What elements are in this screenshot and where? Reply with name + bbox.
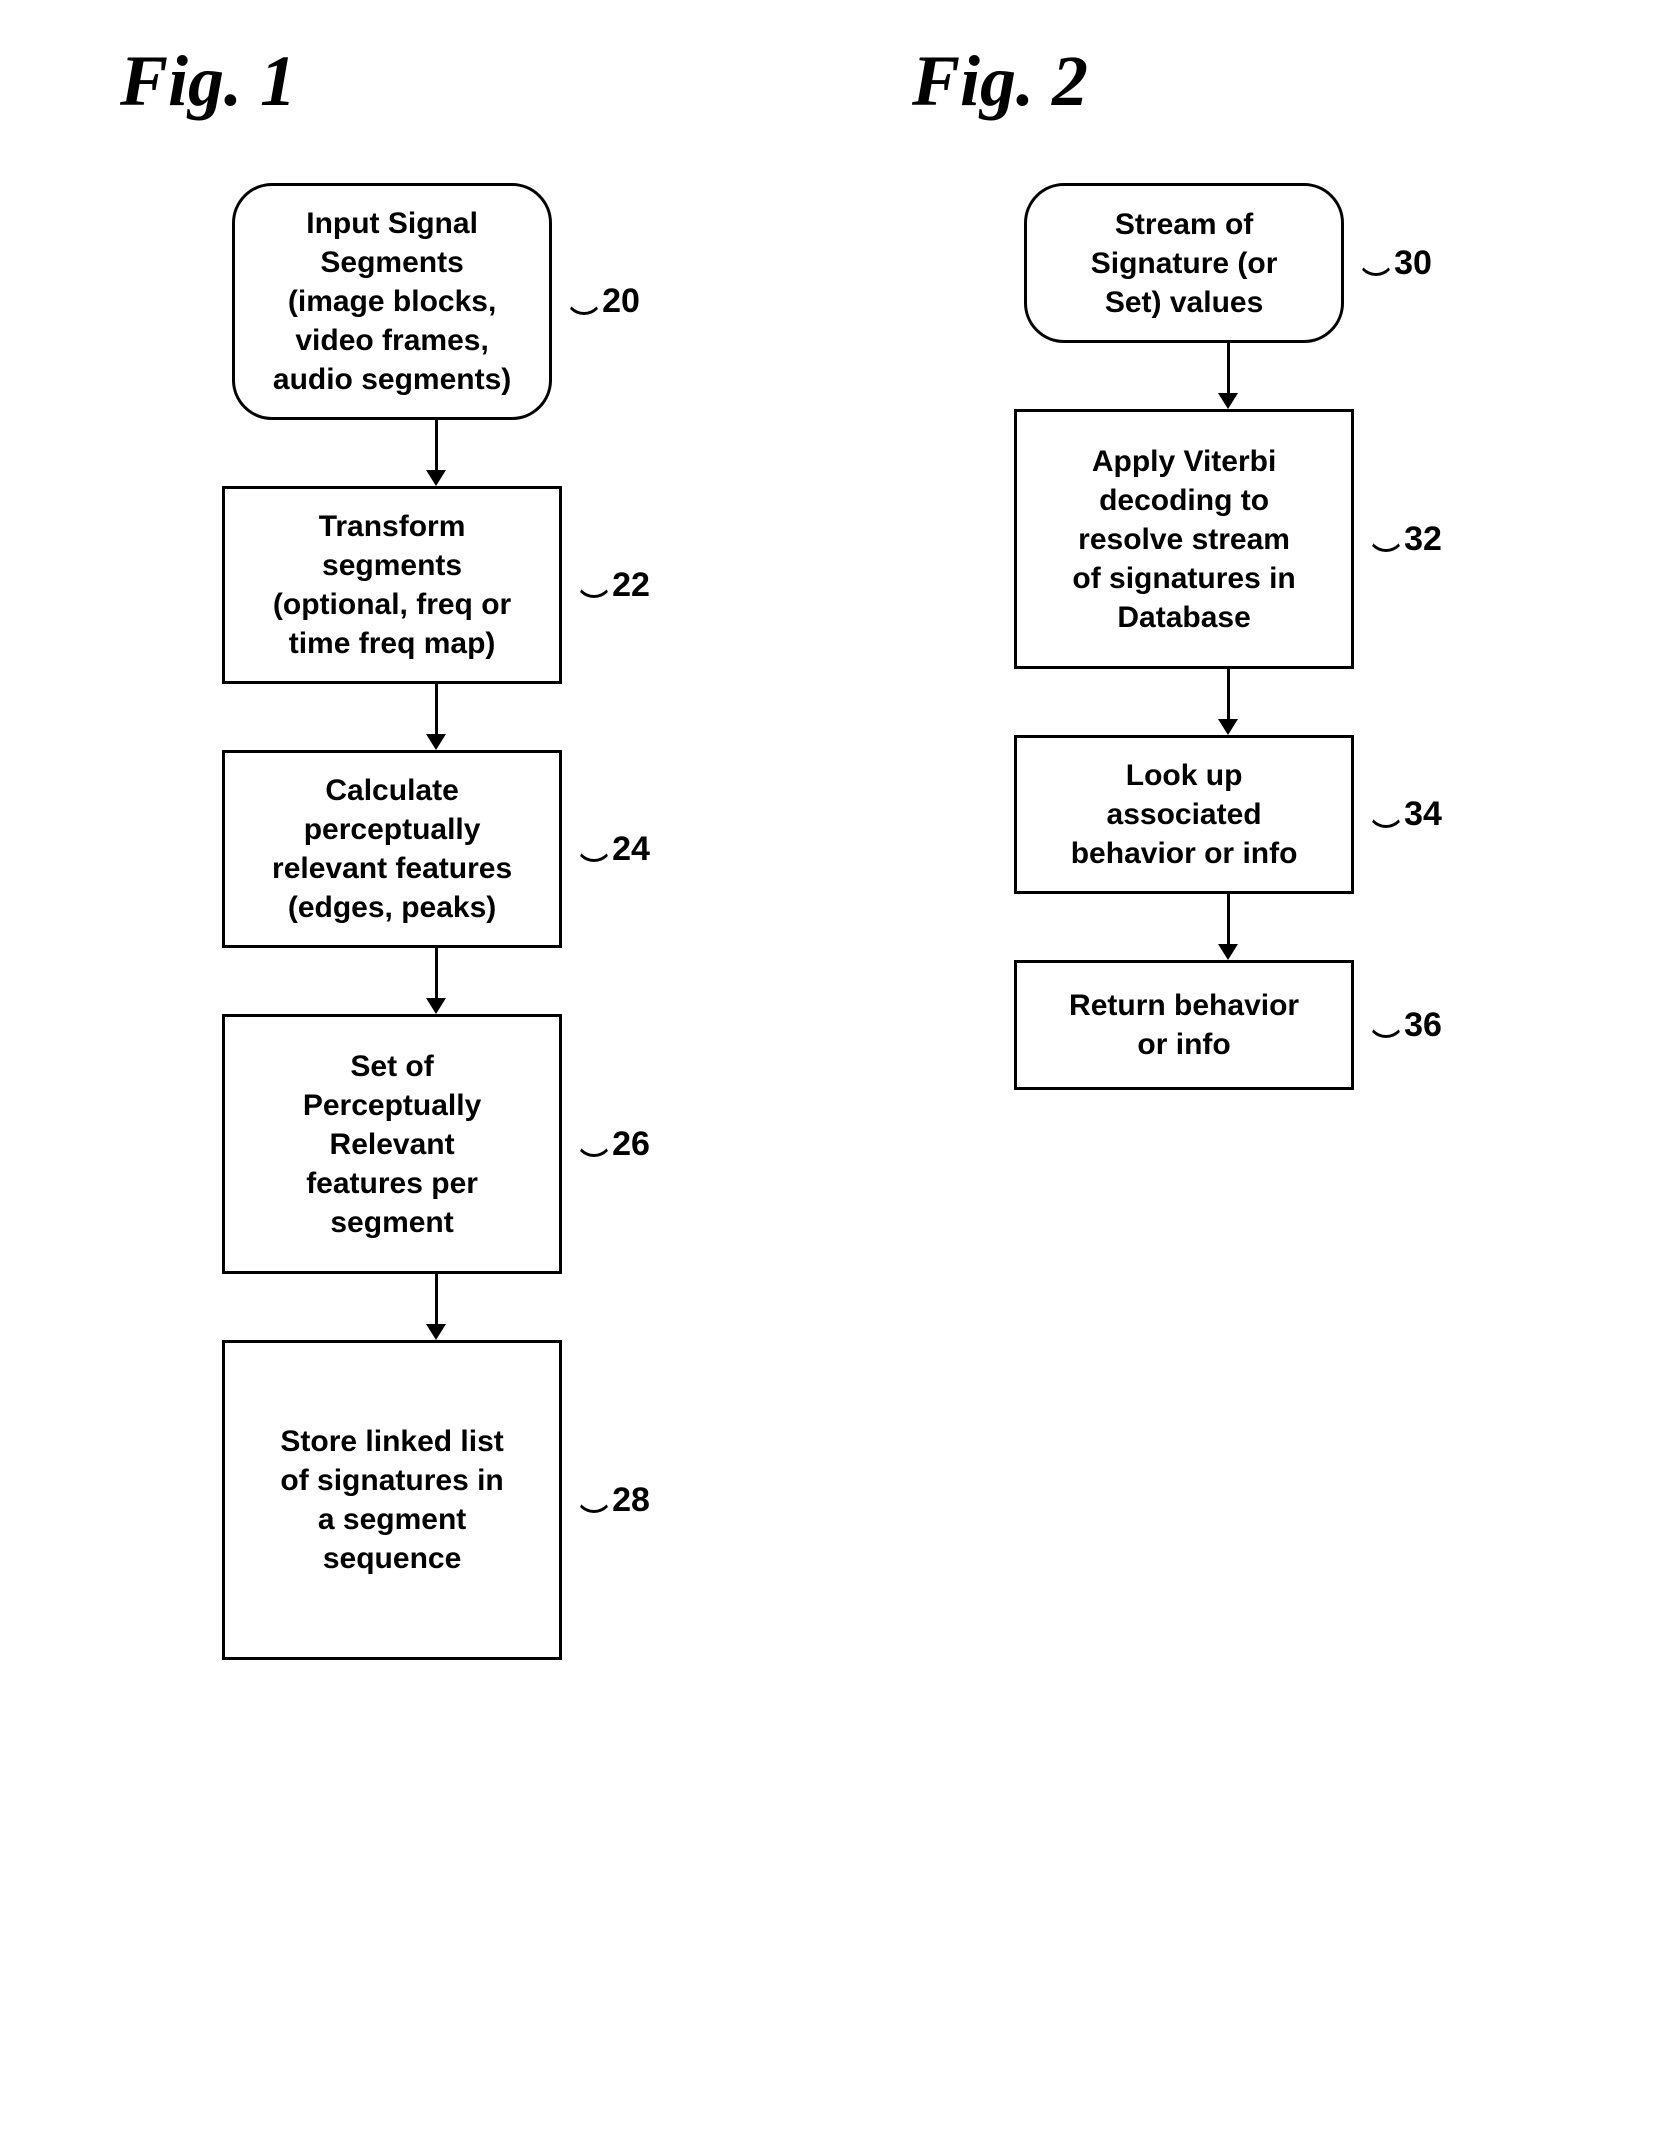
ref-34-text: 34 <box>1404 795 1442 834</box>
arrow-20-22 <box>60 420 812 486</box>
node-36-ref: 36 <box>1372 1005 1442 1045</box>
arrow-head <box>426 998 446 1014</box>
node-22-ref: 22 <box>580 565 650 605</box>
node-36: Return behavioror info <box>1014 960 1354 1090</box>
arrow-head <box>426 470 446 486</box>
node-28-ref: 28 <box>580 1480 650 1520</box>
node-28: Store linked listof signatures ina segme… <box>222 1340 562 1660</box>
node-28-group: Store linked listof signatures ina segme… <box>60 1340 812 1660</box>
node-36-group: Return behavioror info 36 <box>852 960 1604 1090</box>
ref-26-text: 26 <box>612 1125 650 1164</box>
ref-22-text: 22 <box>612 566 650 605</box>
node-32-ref: 32 <box>1372 519 1442 559</box>
arrow-line <box>435 684 438 734</box>
arrow-line <box>1227 669 1230 719</box>
node-20-ref: 20 <box>570 282 640 322</box>
node-34-group: Look upassociatedbehavior or info 34 <box>852 735 1604 894</box>
fig1-flowchart: Input Signal Segments(image blocks,video… <box>60 183 812 1660</box>
node-20-group: Input Signal Segments(image blocks,video… <box>60 183 812 420</box>
fig1-title: Fig. 1 <box>120 40 296 123</box>
node-20: Input Signal Segments(image blocks,video… <box>232 183 552 420</box>
ref-20-text: 20 <box>602 282 640 321</box>
figure-1: Fig. 1 Input Signal Segments(image block… <box>60 40 812 1660</box>
node-30-text: Stream ofSignature (orSet) values <box>1091 205 1278 322</box>
node-32-group: Apply Viterbidecoding toresolve streamof… <box>852 409 1604 669</box>
node-34-ref: 34 <box>1372 795 1442 835</box>
arrow-line <box>435 948 438 998</box>
node-34: Look upassociatedbehavior or info <box>1014 735 1354 894</box>
node-32: Apply Viterbidecoding toresolve streamof… <box>1014 409 1354 669</box>
arrow-24-26 <box>60 948 812 1014</box>
arrow-30-32 <box>852 343 1604 409</box>
figures-container: Fig. 1 Input Signal Segments(image block… <box>60 40 1604 1660</box>
figure-2: Fig. 2 Stream ofSignature (orSet) values… <box>852 40 1604 1090</box>
ref-24-text: 24 <box>612 830 650 869</box>
ref-32-text: 32 <box>1404 520 1442 559</box>
node-22-group: Transformsegments(optional, freq ortime … <box>60 486 812 684</box>
node-30: Stream ofSignature (orSet) values <box>1024 183 1344 343</box>
node-26: Set ofPerceptuallyRelevantfeatures perse… <box>222 1014 562 1274</box>
ref-36-text: 36 <box>1404 1006 1442 1045</box>
node-26-text: Set ofPerceptuallyRelevantfeatures perse… <box>303 1047 481 1242</box>
node-30-group: Stream ofSignature (orSet) values 30 <box>852 183 1604 343</box>
node-26-ref: 26 <box>580 1124 650 1164</box>
arrow-head <box>1218 944 1238 960</box>
arrow-32-34 <box>852 669 1604 735</box>
arrow-line <box>435 420 438 470</box>
arrow-line <box>435 1274 438 1324</box>
node-26-group: Set ofPerceptuallyRelevantfeatures perse… <box>60 1014 812 1274</box>
arrow-line <box>1227 894 1230 944</box>
node-34-text: Look upassociatedbehavior or info <box>1071 756 1298 873</box>
arrow-head <box>426 1324 446 1340</box>
ref-30-text: 30 <box>1394 244 1432 283</box>
arrow-22-24 <box>60 684 812 750</box>
node-24: Calculateperceptuallyrelevant features(e… <box>222 750 562 948</box>
arrow-head <box>426 734 446 750</box>
node-32-text: Apply Viterbidecoding toresolve streamof… <box>1072 442 1295 637</box>
node-36-text: Return behavioror info <box>1069 986 1299 1064</box>
fig2-flowchart: Stream ofSignature (orSet) values 30 App… <box>852 183 1604 1090</box>
arrow-head <box>1218 393 1238 409</box>
node-28-text: Store linked listof signatures ina segme… <box>280 1422 503 1578</box>
node-30-ref: 30 <box>1362 243 1432 283</box>
node-24-ref: 24 <box>580 829 650 869</box>
arrow-34-36 <box>852 894 1604 960</box>
node-20-text: Input Signal Segments(image blocks,video… <box>255 204 529 399</box>
node-22-text: Transformsegments(optional, freq ortime … <box>273 507 511 663</box>
arrow-head <box>1218 719 1238 735</box>
node-22: Transformsegments(optional, freq ortime … <box>222 486 562 684</box>
node-24-text: Calculateperceptuallyrelevant features(e… <box>272 771 512 927</box>
arrow-26-28 <box>60 1274 812 1340</box>
arrow-line <box>1227 343 1230 393</box>
fig2-title: Fig. 2 <box>912 40 1088 123</box>
node-24-group: Calculateperceptuallyrelevant features(e… <box>60 750 812 948</box>
ref-28-text: 28 <box>612 1481 650 1520</box>
